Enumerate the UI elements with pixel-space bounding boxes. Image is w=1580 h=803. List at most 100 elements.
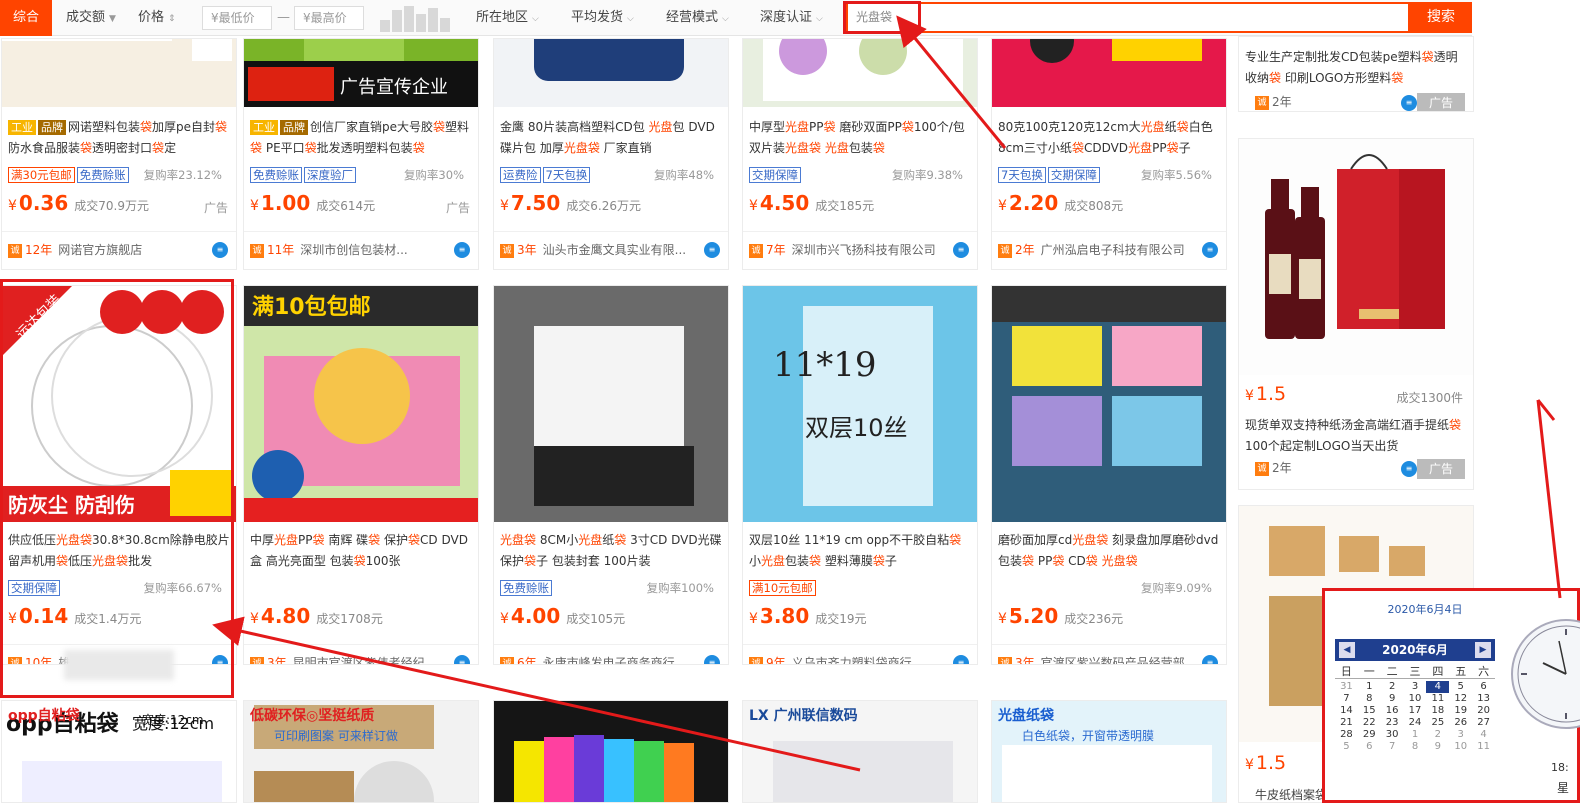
shop-name[interactable]: 永康市峰发电子商务商行 [543,656,675,664]
product-title-text[interactable]: 金鹰 80片装高档塑料CD包 光盘包 DVD碟片包 加厚光盘袋 厂家直销 [500,120,715,155]
price-distribution-bars[interactable] [380,6,460,32]
product-card[interactable]: 一包也是批发价工业品牌网诺塑料包装袋加厚pe自封袋防水食品服装袋透明密封口袋定满… [1,38,237,270]
calendar-day[interactable]: 1 [1358,681,1381,693]
product-title-text[interactable]: 磨砂面加厚cd光盘袋 刻录盘加厚磨砂dvd包装袋 PP袋 CD袋 光盘袋 [998,533,1218,568]
calendar-day[interactable]: 8 [1404,741,1427,753]
calendar-day[interactable]: 1 [1404,729,1427,741]
shop-name[interactable]: 广州泓启电子科技有限公司 [1041,243,1185,257]
product-image[interactable]: 一包也是批发价 [2,39,236,107]
shop-name[interactable]: 义乌市齐力塑料袋商行 [792,656,912,664]
calendar-day[interactable]: 7 [1335,693,1358,705]
shop-name[interactable]: 网诺官方旗舰店 [58,243,142,257]
chat-icon[interactable]: ≡ [953,655,969,664]
shop-line[interactable]: 诚 9年 义乌市齐力塑料袋商行 ≡ [743,644,977,664]
product-card-bottom[interactable]: 光盘纸袋 白色纸袋，开窗带透明膜 [991,700,1227,803]
calendar-day[interactable]: 28 [1335,729,1358,741]
product-image[interactable] [743,39,977,107]
product-card[interactable]: 光盘袋 8CM小光盘纸袋 3寸CD DVD光碟保护袋子 包装封套 100片装 免费… [493,285,729,665]
right-ad-2-image[interactable] [1239,139,1473,375]
product-card[interactable]: 中厚型光盘PP袋 磨砂双面PP袋100个/包 双片装光盘袋 光盘包装袋 交期保障 复… [742,38,978,270]
chat-icon[interactable]: ≡ [454,242,470,258]
calendar-day[interactable]: 3 [1449,729,1472,741]
calendar-day[interactable]: 20 [1472,705,1495,717]
filter-biz-mode[interactable]: 经营模式 ⌵ [666,0,729,36]
right-ad-2-title[interactable]: 现货单双支持种纸汤金高端红酒手提纸袋100个起定制LOGO当天出货 [1245,415,1467,457]
calendar-day[interactable]: 7 [1381,741,1404,753]
product-image[interactable] [494,286,728,522]
chat-icon[interactable]: ≡ [1202,242,1218,258]
right-ad-1-title[interactable]: 专业生产定制批发CD包装pe塑料袋透明收纳袋 印刷LOGO方形塑料袋 [1245,47,1467,89]
filter-shipping[interactable]: 平均发货 ⌵ [571,0,634,36]
product-card-bottom[interactable] [493,700,729,803]
filter-cert[interactable]: 深度认证 ⌵ [760,0,823,36]
shop-name[interactable]: 深圳市创信包装材... [300,243,407,257]
calendar-day[interactable]: 22 [1358,717,1381,729]
prev-month-button[interactable]: ◀ [1339,642,1355,658]
calendar-day[interactable]: 17 [1404,705,1427,717]
next-month-button[interactable]: ▶ [1475,642,1491,658]
filter-location[interactable]: 所在地区 ⌵ [476,0,539,36]
shop-name[interactable]: 昆明市官渡区紫伟者经纪... [293,656,436,664]
calendar-day[interactable]: 5 [1335,741,1358,753]
calendar-day[interactable]: 30 [1381,729,1404,741]
chat-icon[interactable]: ≡ [953,242,969,258]
product-card[interactable]: 80克100克120克12cm大光盘纸袋白色8cm三寸小纸袋CDDVD光盘PP袋… [991,38,1227,270]
chat-icon[interactable]: ≡ [704,242,720,258]
product-image[interactable] [494,39,728,107]
calendar-day[interactable]: 23 [1381,717,1404,729]
product-image[interactable]: 11*19 双层10丝 [743,286,977,522]
shop-line[interactable]: 诚 3年 昆明市官渡区紫伟者经纪... ≡ [244,644,478,664]
product-image[interactable] [992,286,1226,522]
calendar-day[interactable]: 16 [1381,705,1404,717]
product-title[interactable]: 中厚型光盘PP袋 磨砂双面PP袋100个/包 双片装光盘袋 光盘包装袋 [749,117,971,159]
calendar-day[interactable]: 13 [1472,693,1495,705]
chat-icon[interactable]: ≡ [212,242,228,258]
tab-turnover[interactable]: 成交额 ▼ [66,0,116,36]
product-card[interactable]: 磨砂面加厚cd光盘袋 刻录盘加厚磨砂dvd包装袋 PP袋 CD袋 光盘袋 复购率9… [991,285,1227,665]
chat-icon[interactable]: ≡ [1202,655,1218,664]
tab-price[interactable]: 价格 ⇕ [138,0,176,36]
product-image[interactable] [494,701,729,803]
calendar-day[interactable]: 31 [1335,681,1358,693]
calendar-day[interactable]: 19 [1449,705,1472,717]
product-card[interactable]: 满10包包邮 中厚光盘PP袋 南辉 碟袋 保护袋CD DVD盒 高光亮面型 包装袋… [243,285,479,665]
shop-line[interactable]: 诚 6年 永康市峰发电子商务商行 ≡ [494,644,728,664]
calendar-day[interactable]: 6 [1358,741,1381,753]
shop-name[interactable]: 深圳市兴飞扬科技有限公司 [792,243,936,257]
calendar-day[interactable]: 9 [1426,741,1449,753]
calendar-day[interactable]: 5 [1449,681,1472,693]
product-title-text[interactable]: 80克100克120克12cm大光盘纸袋白色8cm三寸小纸袋CDDVD光盘PP袋… [998,120,1213,155]
product-card-bottom[interactable]: opp自粘袋 宽度:12cm opp自粘袋 宽度:12cm [1,700,237,803]
calendar-day[interactable]: 9 [1381,693,1404,705]
max-price-input[interactable]: ¥最高价 [294,6,364,30]
product-image[interactable] [992,39,1226,107]
chat-icon[interactable]: ≡ [454,655,470,664]
product-title[interactable]: 磨砂面加厚cd光盘袋 刻录盘加厚磨砂dvd包装袋 PP袋 CD袋 光盘袋 [998,530,1220,572]
calendar-day[interactable]: 24 [1404,717,1427,729]
calendar-day[interactable]: 21 [1335,717,1358,729]
product-card[interactable]: 金鹰 80片装高档塑料CD包 光盘包 DVD碟片包 加厚光盘袋 厂家直销 运费险 7… [493,38,729,270]
calendar-day[interactable]: 10 [1404,693,1427,705]
search-button[interactable]: 搜索 [1410,2,1472,33]
product-title[interactable]: 双层10丝 11*19 cm opp不干胶自粘袋 小光盘包装袋 塑料薄膜袋子 [749,530,971,572]
right-ad-1[interactable]: 专业生产定制批发CD包装pe塑料袋透明收纳袋 印刷LOGO方形塑料袋 诚 2年 ≡… [1238,36,1474,112]
calendar-day[interactable]: 3 [1404,681,1427,693]
calendar-day[interactable]: 15 [1358,705,1381,717]
shop-line[interactable]: 诚 11年 深圳市创信包装材... ≡ [244,231,478,267]
shop-line[interactable]: 诚 2年 广州泓启电子科技有限公司 ≡ [992,231,1226,267]
product-card-bottom[interactable]: LX 广州联信数码 [742,700,978,803]
shop-name[interactable]: 官渡区紫兴数码产品经营部 [1041,656,1185,664]
calendar-day[interactable]: 8 [1358,693,1381,705]
calendar-day[interactable]: 18 [1426,705,1449,717]
product-title-text[interactable]: 光盘袋 8CM小光盘纸袋 3寸CD DVD光碟保护袋子 包装封套 100片装 [500,533,722,568]
chat-icon[interactable]: ≡ [1401,461,1417,477]
product-image[interactable]: 广告宣传企业 [244,39,478,107]
shop-line[interactable]: 诚 12年 网诺官方旗舰店 ≡ [2,231,236,267]
shop-name[interactable]: 汕头市金鹰文具实业有限... [543,243,686,257]
product-title-text[interactable]: 双层10丝 11*19 cm opp不干胶自粘袋 小光盘包装袋 塑料薄膜袋子 [749,533,961,568]
calendar-widget[interactable]: 2020年6月4日 ◀ 2020年6月 ▶ 日一二三四五六 31 1 2 3 4 5 6 7 8 9… [1322,588,1580,803]
product-title[interactable]: 工业 品牌 网诺塑料包装袋加厚pe自封袋防水食品服装袋透明密封口袋定 [8,117,230,159]
calendar-day[interactable]: 4 [1472,729,1495,741]
calendar-day[interactable]: 27 [1472,717,1495,729]
calendar-day[interactable]: 26 [1449,717,1472,729]
